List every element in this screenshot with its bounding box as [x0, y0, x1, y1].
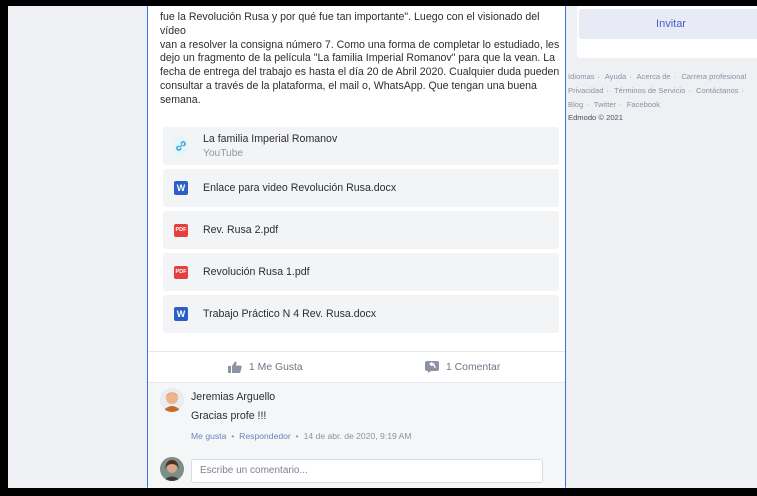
attachment-name: Rev. Rusa 2.pdf — [203, 224, 279, 236]
post-body: fue la Revolución Rusa y por qué fue tan… — [160, 11, 560, 108]
comment-meta: Me gusta • Respondedor • 14 de abr. de 2… — [191, 431, 412, 441]
comment-text: Gracias profe !!! — [191, 410, 267, 422]
separator-dot: • — [231, 431, 235, 441]
avatar[interactable] — [160, 388, 184, 412]
post-line: fecha de entrega del trabajo es hasta el… — [160, 66, 560, 79]
word-icon: W — [173, 306, 189, 322]
comment-count: 1 Comentar — [446, 361, 501, 373]
post-line: fue la Revolución Rusa y por qué fue tan… — [160, 11, 540, 37]
footer-link-facebook[interactable]: Facebook — [627, 100, 660, 109]
footer-link-carrera[interactable]: Carrera profesional — [681, 72, 746, 81]
link-icon — [173, 136, 189, 156]
post-actions: 1 Me Gusta 1 Comentar — [148, 352, 565, 382]
footer-link-ayuda[interactable]: Ayuda — [605, 72, 626, 81]
attachment-list: La familia Imperial Romanov YouTube W En… — [163, 127, 559, 337]
comments-section: Jeremias Arguello Gracias profe !!! Me g… — [148, 382, 565, 488]
footer-link-idiomas[interactable]: Idiomas — [568, 72, 595, 81]
copyright: Edmodo © 2021 — [568, 113, 623, 123]
attachment-pdf[interactable]: PDF Revolución Rusa 1.pdf — [163, 253, 559, 291]
post-card: fue la Revolución Rusa y por qué fue tan… — [147, 6, 566, 488]
comment-like-link[interactable]: Me gusta — [191, 431, 226, 441]
post-line: consultar a través de la plataforma, el … — [160, 79, 537, 92]
comment-timestamp: 14 de abr. de 2020, 9:19 AM — [303, 431, 412, 441]
invite-button[interactable]: Invitar — [579, 9, 757, 39]
current-user-avatar — [160, 457, 184, 481]
like-count: 1 Me Gusta — [249, 361, 303, 373]
viewport: fue la Revolución Rusa y por qué fue tan… — [8, 6, 757, 488]
word-icon: W — [173, 180, 189, 196]
post-line: van a resolver la consigna número 7. Com… — [160, 38, 560, 51]
attachment-name: Trabajo Práctico N 4 Rev. Rusa.docx — [203, 308, 377, 320]
comment-author[interactable]: Jeremias Arguello — [191, 391, 275, 403]
attachment-name: La familia Imperial Romanov — [203, 133, 338, 145]
footer-link-blog[interactable]: Blog — [568, 100, 583, 109]
pdf-icon: PDF — [173, 222, 189, 238]
comment-input[interactable]: Escribe un comentario... — [191, 459, 543, 483]
like-button[interactable]: 1 Me Gusta — [228, 361, 303, 373]
post-line: semana. — [160, 93, 201, 106]
attachment-name: Revolución Rusa 1.pdf — [203, 266, 310, 278]
footer-link-acerca[interactable]: Acerca de — [636, 72, 670, 81]
attachment-source: YouTube — [203, 148, 244, 159]
attachment-docx[interactable]: W Trabajo Práctico N 4 Rev. Rusa.docx — [163, 295, 559, 333]
attachment-youtube[interactable]: La familia Imperial Romanov YouTube — [163, 127, 559, 165]
separator-dot: • — [295, 431, 299, 441]
pdf-icon: PDF — [173, 264, 189, 280]
thumbs-up-icon — [228, 361, 242, 373]
footer-link-contacto[interactable]: Contáctanos — [696, 86, 739, 95]
invite-card: Invitar — [577, 6, 757, 58]
footer-link-privacidad[interactable]: Privacidad — [568, 86, 603, 95]
footer-links: Idiomas · Ayuda · Acerca de · Carrera profe… — [568, 70, 757, 125]
attachment-pdf[interactable]: PDF Rev. Rusa 2.pdf — [163, 211, 559, 249]
attachment-docx[interactable]: W Enlace para video Revolución Rusa.docx — [163, 169, 559, 207]
comment-button[interactable]: 1 Comentar — [425, 361, 500, 373]
post-line: dejo un fragmento de la película "La fam… — [160, 52, 556, 65]
footer-link-terminos[interactable]: Términos de Servicio — [614, 86, 685, 95]
attachment-name: Enlace para video Revolución Rusa.docx — [203, 182, 397, 194]
reply-icon — [425, 361, 439, 373]
footer-link-twitter[interactable]: Twitter — [594, 100, 616, 109]
comment-reply-link[interactable]: Respondedor — [239, 431, 291, 441]
